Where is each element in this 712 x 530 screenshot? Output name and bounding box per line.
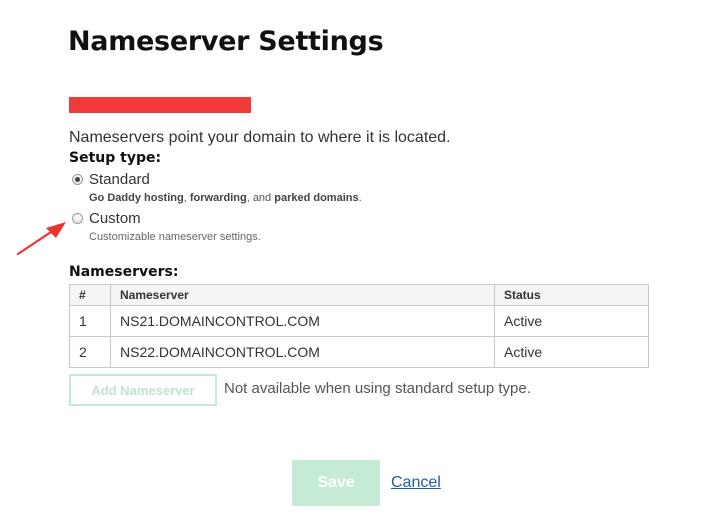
intro-text: Nameservers point your domain to where i… <box>69 129 451 146</box>
standard-option-label[interactable]: Standard <box>89 171 150 188</box>
column-header-status: Status <box>494 284 649 306</box>
row-nameserver: NS22.DOMAINCONTROL.COM <box>110 336 495 368</box>
red-arrow-icon <box>16 222 66 256</box>
custom-option-label[interactable]: Custom <box>89 210 141 227</box>
nameservers-label: Nameservers: <box>69 264 179 280</box>
row-status: Active <box>494 305 649 337</box>
setup-type-label: Setup type: <box>69 150 162 166</box>
redacted-domain-name <box>69 97 251 113</box>
row-nameserver: NS21.DOMAINCONTROL.COM <box>110 305 495 337</box>
column-header-nameserver: Nameserver <box>110 284 495 306</box>
column-header-number: # <box>69 284 111 306</box>
row-number: 2 <box>69 336 111 368</box>
cancel-link[interactable]: Cancel <box>391 474 441 492</box>
custom-option-description: Customizable nameserver settings. <box>89 231 261 243</box>
nameserver-table: # Nameserver Status 1 NS21.DOMAINCONTROL… <box>69 284 649 368</box>
standard-radio[interactable] <box>72 174 83 185</box>
add-nameserver-button[interactable]: Add Nameserver <box>69 374 217 406</box>
add-nameserver-note: Not available when using standard setup … <box>224 380 531 397</box>
page-title: Nameserver Settings <box>68 26 384 57</box>
table-header-row: # Nameserver Status <box>69 284 649 306</box>
save-button[interactable]: Save <box>292 460 380 506</box>
row-number: 1 <box>69 305 111 337</box>
table-row: 1 NS21.DOMAINCONTROL.COM Active <box>69 305 649 337</box>
standard-option-description: Go Daddy hosting, forwarding, and parked… <box>89 192 362 204</box>
table-row: 2 NS22.DOMAINCONTROL.COM Active <box>69 336 649 368</box>
row-status: Active <box>494 336 649 368</box>
